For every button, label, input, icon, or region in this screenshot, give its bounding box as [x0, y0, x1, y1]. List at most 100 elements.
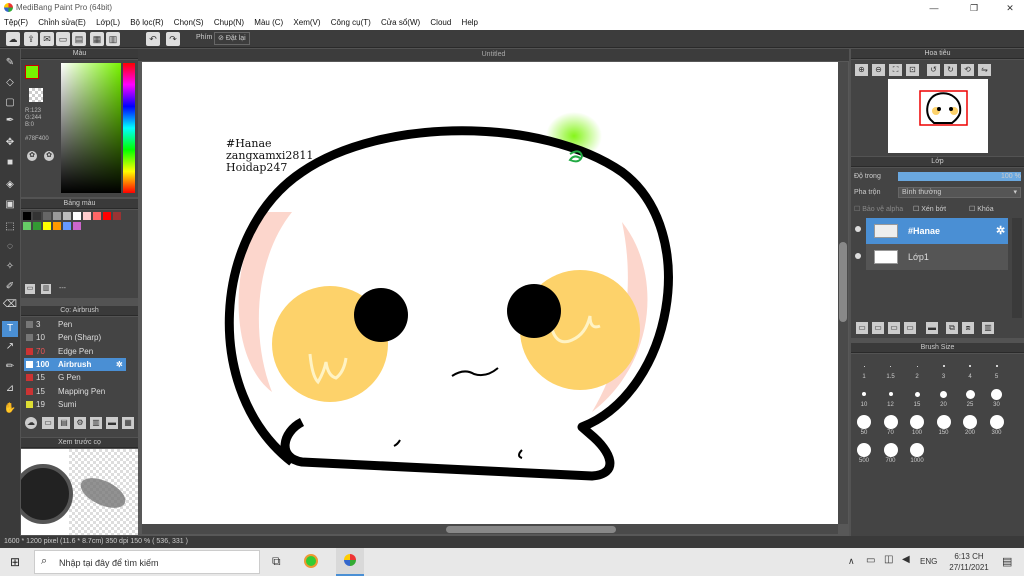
- brush-size-option[interactable]: 100: [905, 414, 929, 440]
- menu-layer[interactable]: Lớp(L): [92, 16, 124, 27]
- eyedropper-icon[interactable]: ⊿: [2, 381, 18, 397]
- brush-size-option[interactable]: 300: [985, 414, 1009, 440]
- minimize-button[interactable]: —: [926, 2, 942, 14]
- move-tool-icon[interactable]: ✥: [2, 135, 18, 151]
- browser-app-icon[interactable]: [304, 554, 318, 568]
- color-wheel-icon[interactable]: ✿: [27, 151, 37, 161]
- palette-swatch[interactable]: [93, 212, 101, 220]
- rectangle-tool-icon[interactable]: ▢: [2, 95, 18, 111]
- brush-size-option[interactable]: 10: [852, 386, 876, 412]
- text-tool-icon[interactable]: T: [2, 321, 18, 337]
- palette-swatch[interactable]: [113, 212, 121, 220]
- brush-item[interactable]: 3 Pen: [24, 318, 126, 331]
- brush-item[interactable]: 70 Edge Pen: [24, 345, 126, 358]
- select-tool-icon[interactable]: ⬚: [2, 219, 18, 235]
- menu-file[interactable]: Tệp(F): [0, 16, 32, 27]
- delete-layer-icon[interactable]: ▥: [982, 322, 994, 334]
- zoom-out-icon[interactable]: ⊖: [872, 64, 885, 76]
- brush-size-option[interactable]: 20: [932, 386, 956, 412]
- palette-swatch[interactable]: [23, 222, 31, 230]
- brush-size-option[interactable]: 12: [879, 386, 903, 412]
- brush-size-option[interactable]: 25: [958, 386, 982, 412]
- palette-swatch[interactable]: [103, 212, 111, 220]
- windows-start-icon[interactable]: ⊞: [10, 555, 20, 569]
- merge-layer-icon[interactable]: ⧈: [962, 322, 974, 334]
- menu-tools[interactable]: Công cụ(T): [327, 16, 375, 27]
- select-pen-icon[interactable]: ✐: [2, 279, 18, 295]
- network-icon[interactable]: ◫: [884, 554, 893, 565]
- menu-view[interactable]: Xem(V): [289, 16, 324, 27]
- delete-palette-icon[interactable]: ▥: [41, 284, 51, 294]
- fit-icon[interactable]: ⛶: [889, 64, 902, 76]
- medibang-taskbar-item[interactable]: [336, 548, 364, 576]
- palette-swatch[interactable]: [33, 212, 41, 220]
- protect-alpha-checkbox[interactable]: ☐ Bảo vệ alpha: [854, 205, 903, 213]
- rotate-reset-icon[interactable]: ⟲: [961, 64, 974, 76]
- palette-swatch[interactable]: [83, 212, 91, 220]
- zoom-reset-icon[interactable]: ⊡: [906, 64, 919, 76]
- grid-icon[interactable]: ▦: [90, 32, 104, 46]
- brush-size-option[interactable]: 1: [852, 358, 876, 384]
- magic-wand-icon[interactable]: ✧: [2, 259, 18, 275]
- lasso-tool-icon[interactable]: ◌: [2, 239, 18, 255]
- brush-size-option[interactable]: 1000: [905, 442, 929, 468]
- document-tab[interactable]: Untitled: [138, 49, 849, 61]
- gradient-tool-icon[interactable]: ▣: [2, 197, 18, 213]
- zoom-in-icon[interactable]: ⊕: [855, 64, 868, 76]
- operation-tool-icon[interactable]: ↗: [2, 339, 18, 355]
- brush-size-option[interactable]: 30: [985, 386, 1009, 412]
- redo-icon[interactable]: ↷: [166, 32, 180, 46]
- eraser-tool-icon[interactable]: ◇: [2, 75, 18, 91]
- hand-tool-icon[interactable]: ✋: [2, 401, 18, 417]
- undo-icon[interactable]: ↶: [146, 32, 160, 46]
- secondary-color-swatch[interactable]: [29, 88, 43, 102]
- brush-list-icon[interactable]: ▦: [122, 417, 134, 429]
- hue-slider[interactable]: [123, 63, 135, 193]
- navigator-thumbnail[interactable]: [888, 79, 988, 153]
- brush-item[interactable]: 10 Pen (Sharp): [24, 331, 126, 344]
- new-layer-icon[interactable]: ▭: [856, 322, 868, 334]
- menu-snap[interactable]: Chụp(N): [210, 16, 248, 27]
- eye-icon[interactable]: [855, 226, 861, 232]
- palette-swatch[interactable]: [73, 222, 81, 230]
- layer-item-hanae[interactable]: #Hanae ✲: [866, 218, 1008, 244]
- chevron-up-icon[interactable]: ∧: [848, 556, 855, 567]
- fill-rect-tool-icon[interactable]: ■: [2, 155, 18, 171]
- task-view-icon[interactable]: ⧉: [272, 554, 281, 569]
- brush-item[interactable]: 15 G Pen: [24, 371, 126, 384]
- lock-checkbox[interactable]: ☐ Khóa: [969, 205, 994, 213]
- brush-size-option[interactable]: 2: [905, 358, 929, 384]
- brush-size-option[interactable]: 70: [879, 414, 903, 440]
- folder-icon[interactable]: ▬: [926, 322, 938, 334]
- delete-brush-icon[interactable]: ▥: [90, 417, 102, 429]
- horizontal-scroll-thumb[interactable]: [446, 526, 616, 533]
- language-indicator[interactable]: ENG: [920, 557, 937, 566]
- brush-size-option[interactable]: 700: [879, 442, 903, 468]
- copy-brush-icon[interactable]: ▤: [58, 417, 70, 429]
- brush-tool-icon[interactable]: ✎: [2, 55, 18, 71]
- palette-swatch[interactable]: [53, 212, 61, 220]
- saturation-value-picker[interactable]: [61, 63, 121, 193]
- new-layer-8bit-icon[interactable]: ▭: [872, 322, 884, 334]
- palette-swatch[interactable]: [43, 212, 51, 220]
- menu-edit[interactable]: Chỉnh sửa(E): [34, 16, 90, 27]
- brush-settings-icon[interactable]: ⚙: [74, 417, 86, 429]
- notification-icon[interactable]: ▤: [1002, 555, 1012, 568]
- cloud-icon[interactable]: ☁: [6, 32, 20, 46]
- clock[interactable]: 6:13 CH 27/11/2021: [944, 551, 994, 573]
- brush-size-option[interactable]: 3: [932, 358, 956, 384]
- layer-item-layer1[interactable]: Lớp1: [866, 244, 1008, 270]
- drawing-canvas[interactable]: #Hanae zangxamxi2811 Hoidap247: [142, 62, 838, 524]
- add-layer-menu-icon[interactable]: ▭: [904, 322, 916, 334]
- menu-window[interactable]: Cửa sổ(W): [377, 16, 424, 27]
- palette-swatch[interactable]: [43, 222, 51, 230]
- brush-size-option[interactable]: 50: [852, 414, 876, 440]
- brush-size-option[interactable]: 1.5: [879, 358, 903, 384]
- add-palette-icon[interactable]: ▭: [25, 284, 35, 294]
- brush-size-option[interactable]: 500: [852, 442, 876, 468]
- brush-cloud-icon[interactable]: ☁: [25, 417, 37, 429]
- taskbar-search[interactable]: ⌕ Nhập tại đây để tìm kiếm: [34, 550, 260, 574]
- horizontal-scrollbar[interactable]: [142, 524, 838, 534]
- maximize-button[interactable]: ❐: [966, 2, 982, 14]
- menu-help[interactable]: Help: [458, 16, 482, 27]
